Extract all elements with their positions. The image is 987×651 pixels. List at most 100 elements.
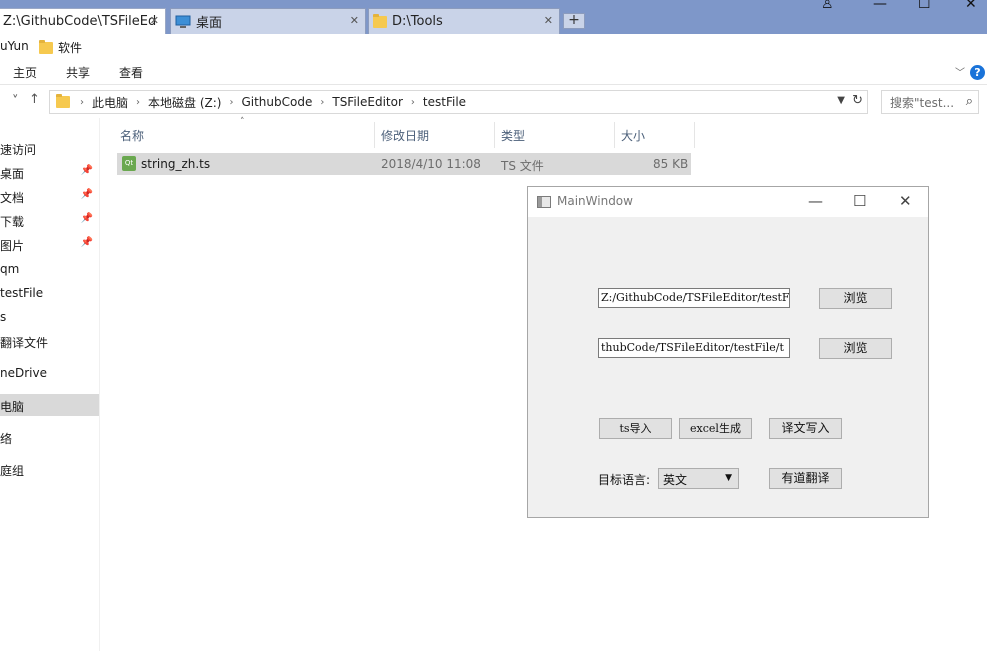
ribbon-tab-view[interactable]: 查看	[119, 64, 143, 81]
target-language-label: 目标语言:	[598, 473, 651, 487]
close-icon[interactable]: ✕	[899, 192, 912, 210]
tab-label: D:\Tools	[392, 14, 443, 29]
column-header-name[interactable]: 名称	[114, 122, 375, 148]
nav-item-homegroup[interactable]: 庭组	[0, 458, 99, 480]
file-modified: 2018/4/10 11:08	[381, 157, 481, 171]
nav-item-quick-access[interactable]: 速访问	[0, 137, 99, 159]
nav-item-qm[interactable]: qm	[0, 258, 99, 280]
dropdown-arrow-icon: ▼	[725, 473, 732, 483]
refresh-icon[interactable]: ↻	[852, 93, 863, 108]
breadcrumb-this-pc[interactable]: 此电脑	[92, 94, 128, 111]
favorite-label: 软件	[58, 41, 83, 55]
ts-import-button[interactable]: ts导入	[599, 418, 672, 439]
column-header-type[interactable]: 类型	[495, 122, 615, 148]
nav-item-network[interactable]: 络	[0, 426, 99, 448]
write-translation-button[interactable]: 译文写入	[769, 418, 842, 439]
ts-file-path-input[interactable]: Z:/GithubCode/TSFileEditor/testF	[598, 288, 790, 308]
nav-item-label: 庭组	[0, 464, 25, 478]
chevron-down-icon[interactable]: ▼	[837, 95, 845, 106]
close-window-icon[interactable]: ✕	[965, 0, 977, 12]
folder-icon	[56, 94, 70, 108]
nav-item-label: qm	[0, 262, 20, 276]
tab-bar: Z:\GithubCode\TSFileEditor\testFile ✕ 桌面…	[0, 0, 987, 34]
pin-icon: 📌	[80, 189, 93, 200]
file-name: string_zh.ts	[141, 157, 211, 171]
tab-testfile[interactable]: Z:\GithubCode\TSFileEditor\testFile ✕	[0, 8, 166, 34]
file-type: TS 文件	[501, 159, 544, 173]
nav-item-label: 速访问	[0, 143, 37, 157]
nav-item-label: testFile	[0, 286, 44, 300]
breadcrumb-githubcode[interactable]: GithubCode	[241, 95, 312, 109]
ts-file-icon: Qt	[122, 156, 136, 171]
expand-ribbon-icon[interactable]: ﹀	[955, 64, 965, 79]
tab-tools[interactable]: D:\Tools ✕	[368, 8, 560, 34]
search-icon[interactable]: ⌕	[966, 94, 973, 109]
nav-item-label: 下载	[0, 215, 25, 229]
nav-item-documents[interactable]: 文档 📌	[0, 185, 99, 207]
column-header-size[interactable]: 大小	[615, 122, 695, 148]
new-tab-button[interactable]: +	[563, 13, 585, 29]
recent-locations-icon[interactable]: ˅	[12, 94, 19, 109]
nav-item-this-pc[interactable]: 电脑	[0, 394, 99, 416]
pin-icon: 📌	[80, 213, 93, 224]
breadcrumb-tsfileeditor[interactable]: TSFileEditor	[332, 95, 403, 109]
nav-item-testfile[interactable]: testFile	[0, 282, 99, 304]
chevron-right-icon[interactable]: ›	[320, 97, 324, 108]
column-header-modified[interactable]: 修改日期	[375, 122, 495, 148]
chevron-right-icon[interactable]: ›	[411, 97, 415, 108]
target-language-value: 英文	[663, 473, 688, 487]
excel-file-path-input[interactable]: thubCode/TSFileEditor/testFile/t	[598, 338, 790, 358]
table-row[interactable]: Qt string_zh.ts 2018/4/10 11:08 TS 文件 85…	[117, 153, 691, 175]
window-title: MainWindow	[557, 194, 633, 208]
chevron-right-icon[interactable]: ›	[229, 97, 233, 108]
nav-item-label: 翻译文件	[0, 336, 49, 350]
up-arrow-icon[interactable]: ↑	[29, 92, 40, 107]
pin-icon: 📌	[80, 237, 93, 248]
user-icon[interactable]: ♙	[821, 0, 834, 12]
favorite-item[interactable]: uYun	[0, 39, 29, 53]
browse-ts-button[interactable]: 浏览	[819, 288, 892, 309]
search-placeholder: 搜索"test...	[890, 95, 955, 110]
close-icon[interactable]: ✕	[544, 14, 553, 27]
nav-item-label: 桌面	[0, 167, 25, 181]
nav-item-downloads[interactable]: 下载 📌	[0, 209, 99, 231]
file-size: 85 KB	[653, 157, 689, 171]
target-language-select[interactable]: 英文 ▼	[658, 468, 739, 489]
nav-item-pictures[interactable]: 图片 📌	[0, 233, 99, 255]
nav-item-label: neDrive	[0, 366, 47, 380]
minimize-icon[interactable]: —	[873, 0, 887, 12]
nav-item-onedrive[interactable]: neDrive	[0, 362, 99, 384]
breadcrumb-testfile[interactable]: testFile	[423, 95, 466, 109]
pin-icon: 📌	[80, 165, 93, 176]
youdao-translate-button[interactable]: 有道翻译	[769, 468, 842, 489]
nav-item-s[interactable]: s	[0, 306, 99, 328]
desktop-icon	[175, 15, 191, 28]
excel-generate-button[interactable]: excel生成	[679, 418, 752, 439]
nav-item-translation-files[interactable]: 翻译文件	[0, 330, 99, 352]
nav-item-desktop[interactable]: 桌面 📌	[0, 161, 99, 183]
nav-item-label: s	[0, 310, 7, 324]
tab-desktop[interactable]: 桌面 ✕	[170, 8, 366, 34]
address-bar[interactable]: › 此电脑 › 本地磁盘 (Z:) › GithubCode › TSFileE…	[49, 90, 868, 114]
ribbon-tab-share[interactable]: 共享	[66, 64, 90, 81]
maximize-icon[interactable]: ☐	[918, 0, 931, 12]
search-input[interactable]: 搜索"test... ⌕	[881, 90, 979, 114]
window-title-bar[interactable]: MainWindow — ☐ ✕	[528, 187, 928, 217]
folder-icon	[373, 13, 387, 28]
folder-icon	[39, 39, 53, 54]
chevron-right-icon[interactable]: ›	[80, 97, 84, 108]
close-icon[interactable]: ✕	[150, 14, 159, 27]
app-icon	[537, 196, 551, 208]
address-row: ˅ ↑ › 此电脑 › 本地磁盘 (Z:) › GithubCode › TSF…	[0, 86, 987, 118]
ribbon: 主页 共享 查看 ﹀ ?	[0, 59, 987, 85]
maximize-icon[interactable]: ☐	[853, 192, 866, 210]
favorite-item-software[interactable]: 软件	[39, 39, 82, 56]
minimize-icon[interactable]: —	[808, 192, 823, 210]
browse-excel-button[interactable]: 浏览	[819, 338, 892, 359]
ribbon-tab-home[interactable]: 主页	[13, 64, 37, 81]
breadcrumb-drive[interactable]: 本地磁盘 (Z:)	[148, 94, 221, 111]
nav-item-label: 电脑	[0, 400, 25, 414]
help-icon[interactable]: ?	[970, 65, 985, 80]
close-icon[interactable]: ✕	[350, 14, 359, 27]
chevron-right-icon[interactable]: ›	[136, 97, 140, 108]
